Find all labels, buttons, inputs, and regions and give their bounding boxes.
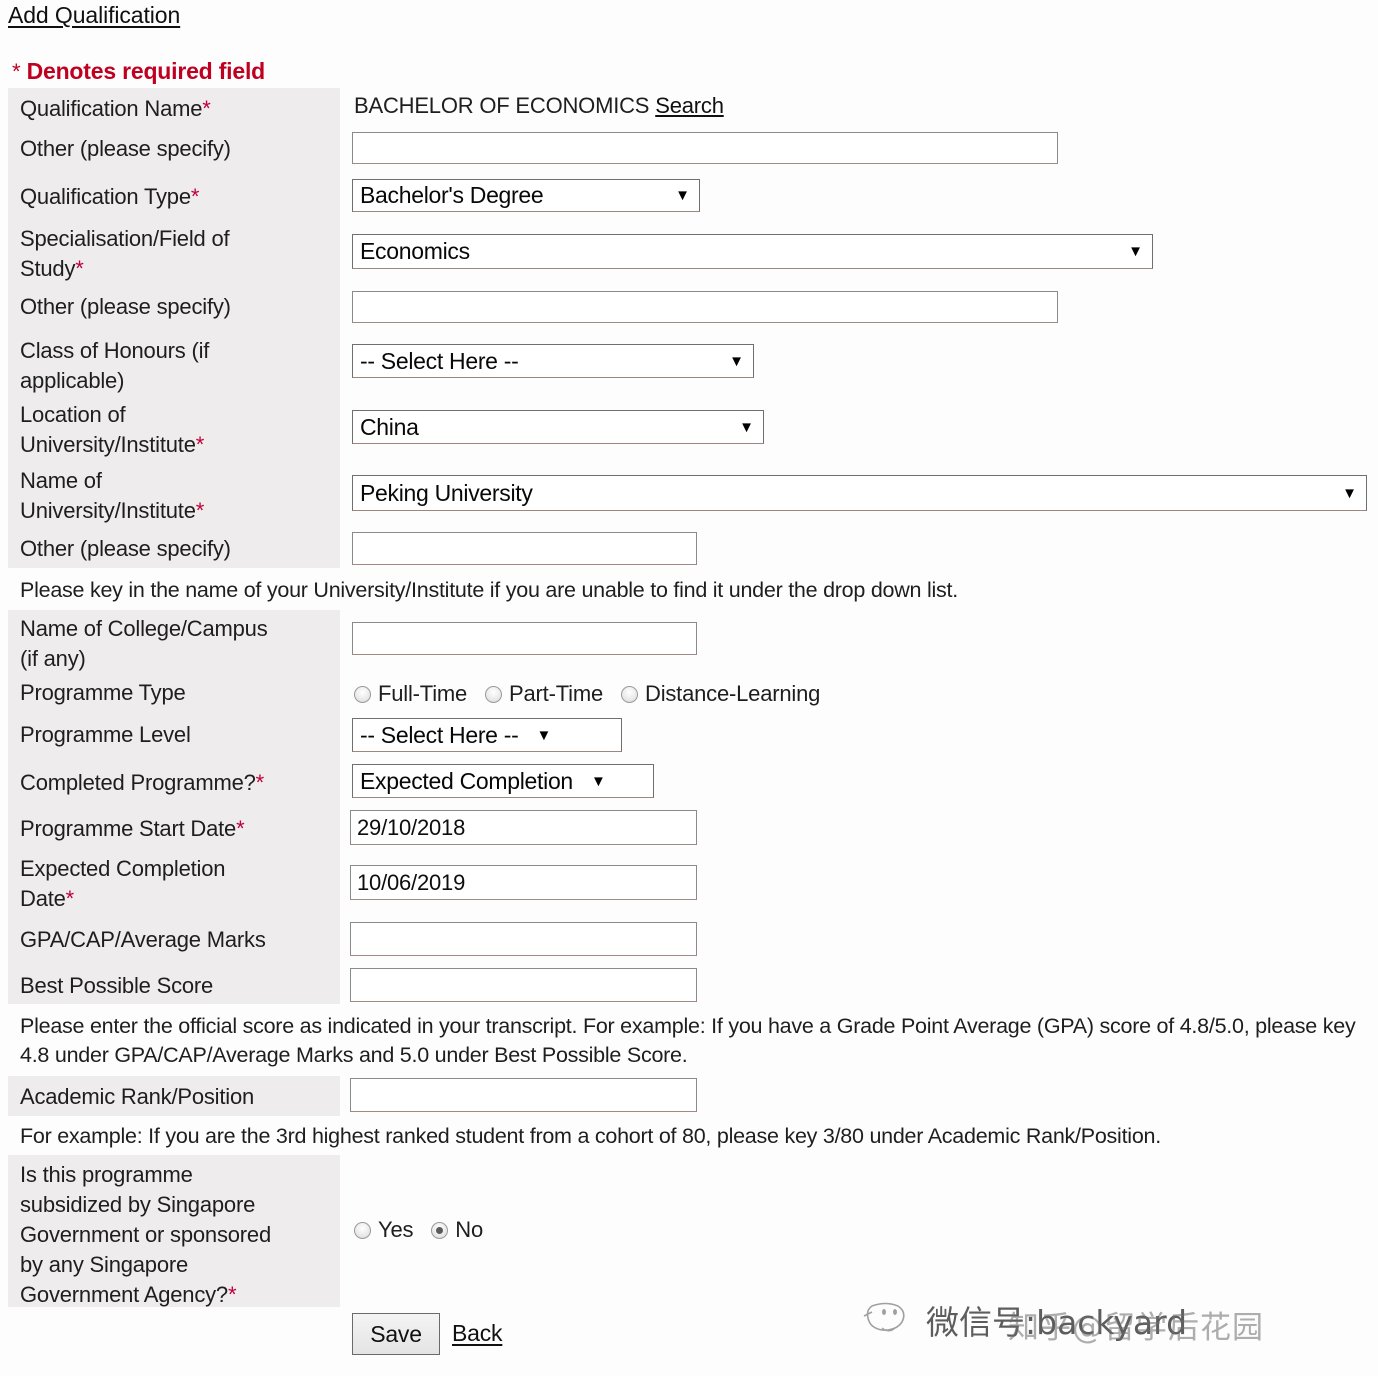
save-button[interactable]: Save [352, 1313, 440, 1355]
watermark-zhihu-handle: 知乎@留学后花园 [1008, 1310, 1264, 1346]
chevron-down-icon: ▼ [590, 772, 606, 790]
university-select[interactable]: Peking University ▼ [352, 475, 1367, 511]
add-qualification-title-link[interactable]: Add Qualification [8, 2, 180, 29]
label-specialisation: Specialisation/Field of Study* [20, 226, 230, 281]
label-location-of-university: Location of University/Institute* [20, 402, 205, 457]
completed-programme-select[interactable]: Expected Completion ▼ [352, 764, 654, 798]
label-completed-programme: Completed Programme?* [20, 770, 265, 795]
radio-label-full-time[interactable]: Full-Time [378, 681, 467, 707]
chevron-down-icon: ▼ [729, 352, 744, 370]
label-programme-start-date: Programme Start Date* [20, 816, 245, 841]
back-link[interactable]: Back [452, 1320, 503, 1347]
required-asterisk: * [65, 886, 75, 911]
qualification-name-value: BACHELOR OF ECONOMICS [354, 93, 650, 118]
class-of-honours-select[interactable]: -- Select Here -- ▼ [352, 344, 754, 378]
radio-subsidized-no[interactable] [431, 1221, 449, 1239]
completed-programme-selected-value: Expected Completion [360, 767, 573, 794]
chevron-down-icon: ▼ [536, 726, 552, 744]
required-note-text: Denotes required field [26, 58, 266, 84]
expected-completion-date-input[interactable] [350, 865, 697, 900]
specialisation-select[interactable]: Economics ▼ [352, 234, 1153, 269]
label-best-possible-score: Best Possible Score [20, 973, 214, 998]
radio-label-subsidized-yes[interactable]: Yes [378, 1217, 413, 1243]
label-gpa: GPA/CAP/Average Marks [20, 927, 266, 952]
radio-label-part-time[interactable]: Part-Time [509, 681, 603, 707]
label-other-specify-1: Other (please specify) [20, 136, 231, 161]
chevron-down-icon: ▼ [1342, 484, 1357, 502]
class-of-honours-selected-value: -- Select Here -- [360, 347, 519, 374]
other-specify-2-input[interactable] [352, 291, 1058, 323]
label-class-of-honours: Class of Honours (if applicable) [20, 338, 210, 393]
other-specify-3-input[interactable] [352, 532, 697, 565]
required-asterisk: * [255, 770, 265, 795]
required-asterisk: * [75, 256, 84, 281]
label-academic-rank: Academic Rank/Position [20, 1084, 255, 1109]
radio-distance-learning[interactable] [621, 685, 638, 703]
watermark-wechat-id: 微信号:backyard [926, 1303, 1188, 1342]
chevron-down-icon: ▼ [1128, 243, 1143, 260]
required-asterisk: * [195, 432, 205, 457]
label-programme-type: Programme Type [20, 680, 186, 705]
radio-full-time[interactable] [354, 685, 371, 703]
location-selected-value: China [360, 413, 419, 440]
radio-label-subsidized-no[interactable]: No [455, 1217, 483, 1243]
radio-subsidized-yes[interactable] [354, 1221, 371, 1239]
label-subsidized-question: Is this programme subsidized by Singapor… [20, 1162, 271, 1307]
add-qualification-form-page: Add Qualification * Denotes required fie… [0, 0, 1378, 1376]
gpa-input[interactable] [350, 922, 697, 956]
location-select[interactable]: China ▼ [352, 410, 764, 444]
smiley-face-icon [863, 1302, 905, 1332]
programme-start-date-input[interactable] [350, 810, 697, 845]
required-asterisk: * [227, 1282, 237, 1307]
label-qualification-type: Qualification Type* [20, 184, 200, 209]
specialisation-selected-value: Economics [360, 238, 470, 264]
watermark: 微信号:backyard 知乎@留学后花园 [858, 1294, 1378, 1354]
radio-label-distance-learning[interactable]: Distance-Learning [645, 681, 820, 707]
qualification-type-selected-value: Bachelor's Degree [360, 182, 544, 208]
label-name-of-college: Name of College/Campus (if any) [20, 616, 268, 671]
other-specify-1-input[interactable] [352, 132, 1058, 164]
required-note-asterisk: * [12, 59, 21, 84]
required-asterisk: * [236, 816, 245, 841]
required-asterisk: * [202, 96, 211, 121]
rank-hint-text: For example: If you are the 3rd highest … [20, 1124, 1161, 1148]
programme-type-radio-group: Full-Time Part-Time Distance-Learning [354, 681, 820, 707]
required-field-note: * Denotes required field [12, 58, 265, 85]
required-asterisk: * [190, 184, 200, 209]
required-asterisk: * [195, 498, 205, 523]
qualification-type-select[interactable]: Bachelor's Degree ▼ [352, 179, 700, 212]
label-expected-completion-date: Expected Completion Date* [20, 856, 226, 911]
qualification-name-search-link[interactable]: Search [655, 93, 724, 118]
chevron-down-icon: ▼ [675, 187, 690, 204]
label-other-specify-3: Other (please specify) [20, 536, 231, 561]
radio-part-time[interactable] [485, 685, 503, 703]
subsidized-radio-group: Yes No [354, 1217, 483, 1243]
score-hint-text: Please enter the official score as indic… [20, 1014, 1356, 1067]
college-campus-input[interactable] [352, 622, 697, 655]
university-hint-text: Please key in the name of your Universit… [20, 578, 958, 602]
academic-rank-input[interactable] [350, 1078, 697, 1112]
university-selected-value: Peking University [360, 479, 533, 506]
label-qualification-name: Qualification Name* [20, 96, 211, 121]
programme-level-select[interactable]: -- Select Here -- ▼ [352, 718, 622, 752]
chevron-down-icon: ▼ [739, 418, 754, 436]
label-name-of-university: Name of University/Institute* [20, 468, 205, 523]
qualification-name-value-row: BACHELOR OF ECONOMICS Search [354, 93, 724, 119]
label-programme-level: Programme Level [20, 722, 191, 747]
programme-level-selected-value: -- Select Here -- [360, 721, 519, 748]
label-other-specify-2: Other (please specify) [20, 294, 231, 319]
best-possible-score-input[interactable] [350, 968, 697, 1002]
